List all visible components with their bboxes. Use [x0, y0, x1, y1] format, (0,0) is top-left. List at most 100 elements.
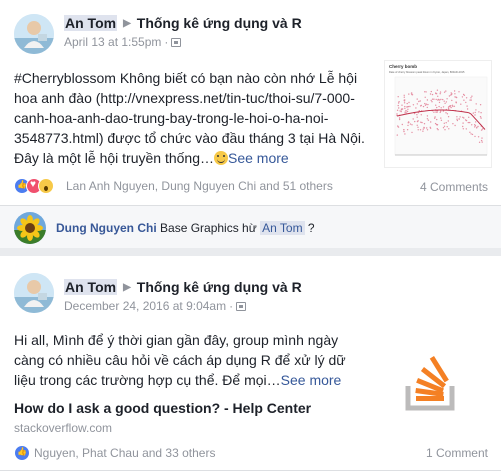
thumbnail-point	[404, 105, 406, 108]
thumbnail-point	[469, 121, 471, 124]
thumbnail-point	[444, 102, 446, 104]
thumbnail-point	[448, 95, 451, 97]
thumbnail-point	[478, 141, 481, 143]
post-card: An Tom ▶ Thống kê ứng dụng và R April 13 a…	[0, 0, 501, 248]
thumbnail-point	[474, 135, 476, 138]
thumbnail-point	[408, 101, 410, 104]
thumbnail-point	[474, 124, 476, 126]
thumbnail-point	[424, 96, 426, 98]
group-name[interactable]: Thống kê ứng dụng và R	[137, 279, 302, 295]
thumbnail-point	[438, 101, 441, 104]
post-text-line: 3548773.html) được tổ chức vào đầu tháng…	[14, 130, 365, 146]
thumbnail-point	[439, 99, 441, 101]
thumbnail-point	[476, 127, 478, 129]
thumbnail-point	[422, 105, 425, 108]
thumbnail-point	[462, 122, 464, 124]
thumbnail-point	[437, 129, 439, 131]
sunflower-avatar-icon[interactable]	[14, 212, 46, 244]
post-timestamp[interactable]: April 13 at 1:55pm	[64, 35, 161, 49]
thumbnail-point	[406, 106, 408, 108]
thumbnail-point	[404, 133, 406, 135]
thumbnail-point	[431, 98, 434, 100]
thumbnail-point	[416, 98, 418, 100]
thumbnail-point	[454, 93, 456, 95]
thumbnail-point	[474, 111, 476, 114]
stackoverflow-logo-icon[interactable]	[404, 352, 460, 412]
comment-text: Base Graphics hừ	[160, 221, 257, 235]
thumbnail-point	[438, 105, 440, 108]
author-avatar[interactable]	[14, 273, 54, 313]
thumbnail-point	[412, 118, 414, 120]
thumbnail-point	[481, 137, 483, 139]
see-more-link[interactable]: See more	[281, 372, 342, 388]
group-name[interactable]: Thống kê ứng dụng và R	[137, 15, 302, 31]
thumbnail-point	[456, 116, 458, 118]
thumbnail-point	[471, 95, 473, 97]
comments-count[interactable]: 4 Comments	[420, 180, 488, 194]
thumbnail-point	[440, 110, 442, 112]
thumbnail-point	[446, 113, 449, 115]
thumbnail-point	[434, 116, 436, 118]
thumbnail-point	[447, 116, 450, 118]
thumbnail-point	[429, 93, 432, 95]
thumbnail-point	[431, 93, 434, 96]
thumbnail-point	[421, 121, 423, 124]
thumbnail-point	[437, 99, 439, 101]
post-text-line-last: Đây là một lễ hội truyền thống… See more	[14, 148, 379, 168]
thumbnail-point	[448, 128, 450, 130]
thumbnail-point	[469, 131, 471, 133]
comment-mention[interactable]: An Tom	[260, 221, 305, 235]
comment-author[interactable]: Dung Nguyen Chi	[56, 221, 157, 235]
post-header: An Tom ▶ Thống kê ứng dụng và R	[64, 15, 302, 31]
reactors-text[interactable]: Nguyen, Phat Chau and 33 others	[34, 446, 215, 460]
thumbnail-point	[467, 121, 469, 124]
thumbnail-point	[401, 104, 403, 106]
thumbnail-point	[439, 91, 442, 93]
attached-chart-thumbnail[interactable]: Cherry bomb Date of cherry blossom peak …	[384, 60, 492, 168]
thumbnail-point	[466, 105, 468, 107]
reactors-text[interactable]: Lan Anh Nguyen, Dung Nguyen Chi and 51 o…	[66, 179, 333, 193]
comment-section: Dung Nguyen Chi Base Graphics hừ An Tom …	[0, 206, 501, 248]
thumbnail-point	[423, 123, 426, 125]
link-preview-title[interactable]: How do I ask a good question? - Help Cen…	[14, 400, 311, 416]
thumbnail-point	[470, 133, 472, 135]
thumbnail-point	[466, 108, 469, 110]
thumbnail-point	[436, 124, 439, 126]
thumbnail-point	[454, 124, 456, 127]
thumbnail-point	[475, 103, 477, 105]
thumbnail-point	[461, 96, 464, 98]
thumbnail-point	[446, 98, 448, 100]
see-more-link[interactable]: See more	[228, 150, 289, 166]
thumbnail-point	[477, 136, 480, 138]
thumbnail-point	[430, 90, 432, 93]
thumbnail-point	[470, 97, 472, 99]
thumbnail-point	[462, 125, 464, 128]
thumbnail-point	[422, 128, 424, 130]
thumbnail-point	[406, 110, 409, 113]
thumbnail-point	[453, 105, 456, 107]
thumbnail-point	[459, 116, 461, 118]
thumbnail-point	[440, 117, 442, 119]
post-timestamp[interactable]: December 24, 2016 at 9:04am	[64, 299, 226, 313]
thumbnail-point	[398, 107, 400, 109]
thumbnail-point	[455, 102, 457, 104]
thumbnail-point	[445, 101, 448, 103]
thumbnail-point	[460, 103, 462, 105]
thumbnail-point	[403, 102, 406, 104]
thumbnail-point	[409, 105, 411, 108]
author-avatar[interactable]	[14, 14, 54, 54]
thumbnail-point	[452, 105, 454, 108]
thumbnail-point	[407, 124, 409, 127]
thumbnail-point	[415, 107, 417, 109]
author-name[interactable]: An Tom	[64, 15, 118, 31]
thumbnail-point	[443, 91, 446, 93]
author-name[interactable]: An Tom	[64, 279, 118, 295]
comments-count[interactable]: 1 Comment	[426, 446, 488, 460]
thumbnail-point	[480, 112, 482, 114]
thumbnail-point	[397, 102, 400, 104]
thumbnail-point	[478, 111, 480, 113]
thumbnail-point	[409, 123, 412, 125]
post-text-line: hoa anh đào (http://vnexpress.net/tin-tu…	[14, 90, 355, 106]
thumbnail-point	[419, 129, 422, 131]
thumbnail-point	[396, 109, 399, 111]
